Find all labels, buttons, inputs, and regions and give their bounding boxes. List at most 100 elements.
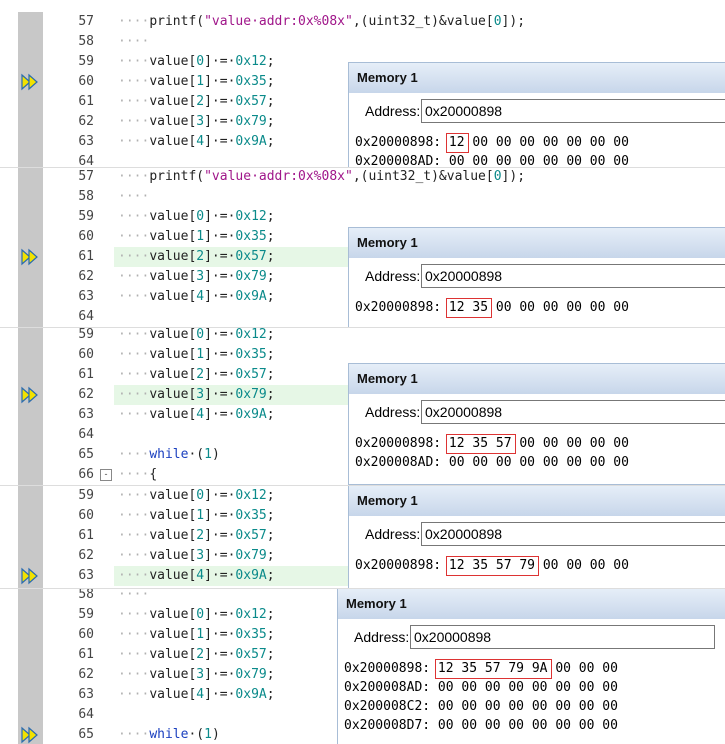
code-token: 2 — [196, 94, 205, 109]
code-token: ···· — [118, 568, 150, 583]
code-text: ····value[1]·=·0x35; — [118, 506, 275, 526]
code-token: 0 — [196, 327, 205, 342]
code-token: 3 — [196, 269, 205, 284]
address-input[interactable]: 0x20000898 — [421, 400, 725, 424]
code-token: ; — [266, 647, 275, 662]
line-number: 63 — [78, 687, 94, 702]
code-token: ···· — [118, 289, 150, 304]
code-token: ; — [266, 667, 275, 682]
line-number: 59 — [78, 209, 94, 224]
code-token: value[ — [149, 607, 197, 622]
panel-separator — [0, 588, 725, 589]
code-token: ]·=· — [204, 249, 236, 264]
line-number: 59 — [78, 327, 94, 342]
code-token: ; — [266, 249, 275, 264]
memory-row: 0x20000898: 12 00 00 00 00 00 00 00 — [349, 133, 725, 153]
changed-bytes-box — [445, 133, 469, 153]
code-text: ····value[4]·=·0x9A; — [118, 287, 275, 307]
code-token: 0x79 — [235, 667, 267, 682]
code-token: ···· — [118, 407, 150, 422]
line-number: 58 — [78, 34, 94, 49]
fold-collapse-icon[interactable]: - — [100, 469, 112, 481]
current-line-arrow-icon — [20, 566, 40, 586]
code-token: ···· — [118, 94, 150, 109]
code-token: ···· — [118, 327, 150, 342]
code-token: ···· — [118, 54, 150, 69]
editor-panel-2: 57 ····printf("value·addr:0x%08x",(uint32… — [0, 167, 725, 327]
code-token: ]·=· — [204, 94, 236, 109]
line-number: 61 — [78, 528, 94, 543]
code-token: 0x35 — [235, 627, 267, 642]
address-input[interactable]: 0x20000898 — [410, 625, 715, 649]
line-number: 60 — [78, 347, 94, 362]
code-token: while — [149, 447, 189, 462]
memory-row: 0x200008AD: 00 00 00 00 00 00 00 00 — [355, 154, 629, 167]
code-text: ····value[3]·=·0x79; — [118, 267, 275, 287]
code-token: ; — [266, 528, 275, 543]
code-token: value[ — [149, 134, 197, 149]
address-input[interactable]: 0x20000898 — [421, 99, 725, 123]
code-token: 0x57 — [235, 249, 267, 264]
code-token: ···· — [118, 229, 150, 244]
editor-panel-3: 59 ····value[0]·=·0x12; 60 ····value[1]·=·0… — [0, 327, 725, 485]
code-token: value[ — [149, 387, 197, 402]
memory-window-title: Memory 1 — [338, 589, 725, 619]
panel-separator — [0, 327, 725, 328]
code-text: ····value[1]·=·0x35; — [118, 227, 275, 247]
line-number: 61 — [78, 647, 94, 662]
address-input[interactable]: 0x20000898 — [421, 522, 725, 546]
memory-row: 0x20000898: 12 35 57 00 00 00 00 00 — [349, 434, 725, 454]
line-number: 65 — [78, 447, 94, 462]
code-token: ; — [266, 407, 275, 422]
code-token: value[ — [149, 528, 197, 543]
line-number: 59 — [78, 488, 94, 503]
changed-bytes-box — [434, 659, 552, 679]
code-token: ; — [266, 327, 275, 342]
code-line: 57 ····printf("value·addr:0x%08x",(uint32… — [0, 167, 725, 187]
code-token: 4 — [196, 289, 205, 304]
line-number: 60 — [78, 229, 94, 244]
address-input[interactable]: 0x20000898 — [421, 264, 725, 288]
code-text: ···· — [118, 32, 149, 52]
code-token: ···· — [118, 607, 150, 622]
memory-row: 0x200008D7: 00 00 00 00 00 00 00 00 — [344, 718, 618, 733]
code-token: ; — [266, 548, 275, 563]
code-token: value[ — [149, 647, 197, 662]
code-token: value[ — [149, 209, 197, 224]
code-token: 0x35 — [235, 74, 267, 89]
code-token: 0x9A — [235, 687, 267, 702]
code-text: ····value[1]·=·0x35; — [118, 345, 275, 365]
code-token: 0x12 — [235, 488, 267, 503]
code-token: 1 — [204, 447, 212, 462]
code-text: ····value[2]·=·0x57; — [118, 645, 275, 665]
code-token: ; — [266, 488, 275, 503]
code-token: ]·=· — [204, 387, 236, 402]
memory-row: 0x200008C2: 00 00 00 00 00 00 00 00 — [344, 699, 618, 714]
code-token: ]·=· — [204, 407, 236, 422]
code-token: ; — [266, 229, 275, 244]
code-token: 0x9A — [235, 407, 267, 422]
changed-bytes-box — [445, 298, 493, 318]
code-token: 0x35 — [235, 508, 267, 523]
code-token: ·( — [188, 727, 205, 742]
code-token: ···· — [118, 488, 150, 503]
code-text: ····value[3]·=·0x79; — [118, 112, 275, 132]
code-token: ; — [266, 508, 275, 523]
code-token: while — [149, 727, 189, 742]
code-text: ····value[3]·=·0x79; — [118, 546, 275, 566]
code-token: ; — [266, 289, 275, 304]
address-label: Address: — [365, 103, 421, 119]
code-token: ]); — [501, 169, 526, 184]
code-text: ····while·(1) — [118, 725, 220, 744]
memory-row: 0x20000898: 12 35 57 79 00 00 00 00 — [349, 556, 725, 576]
code-text: ····value[3]·=·0x79; — [118, 665, 275, 685]
code-token: 0x79 — [235, 269, 267, 284]
changed-bytes-box — [445, 434, 516, 454]
code-token: 2 — [196, 367, 205, 382]
code-token: 0x12 — [235, 209, 267, 224]
line-number: 61 — [78, 94, 94, 109]
current-line-arrow-icon — [20, 725, 40, 744]
code-token: ,(uint32_t)&value[ — [352, 169, 494, 184]
code-token: 0x9A — [235, 289, 267, 304]
code-token: 0 — [493, 169, 502, 184]
